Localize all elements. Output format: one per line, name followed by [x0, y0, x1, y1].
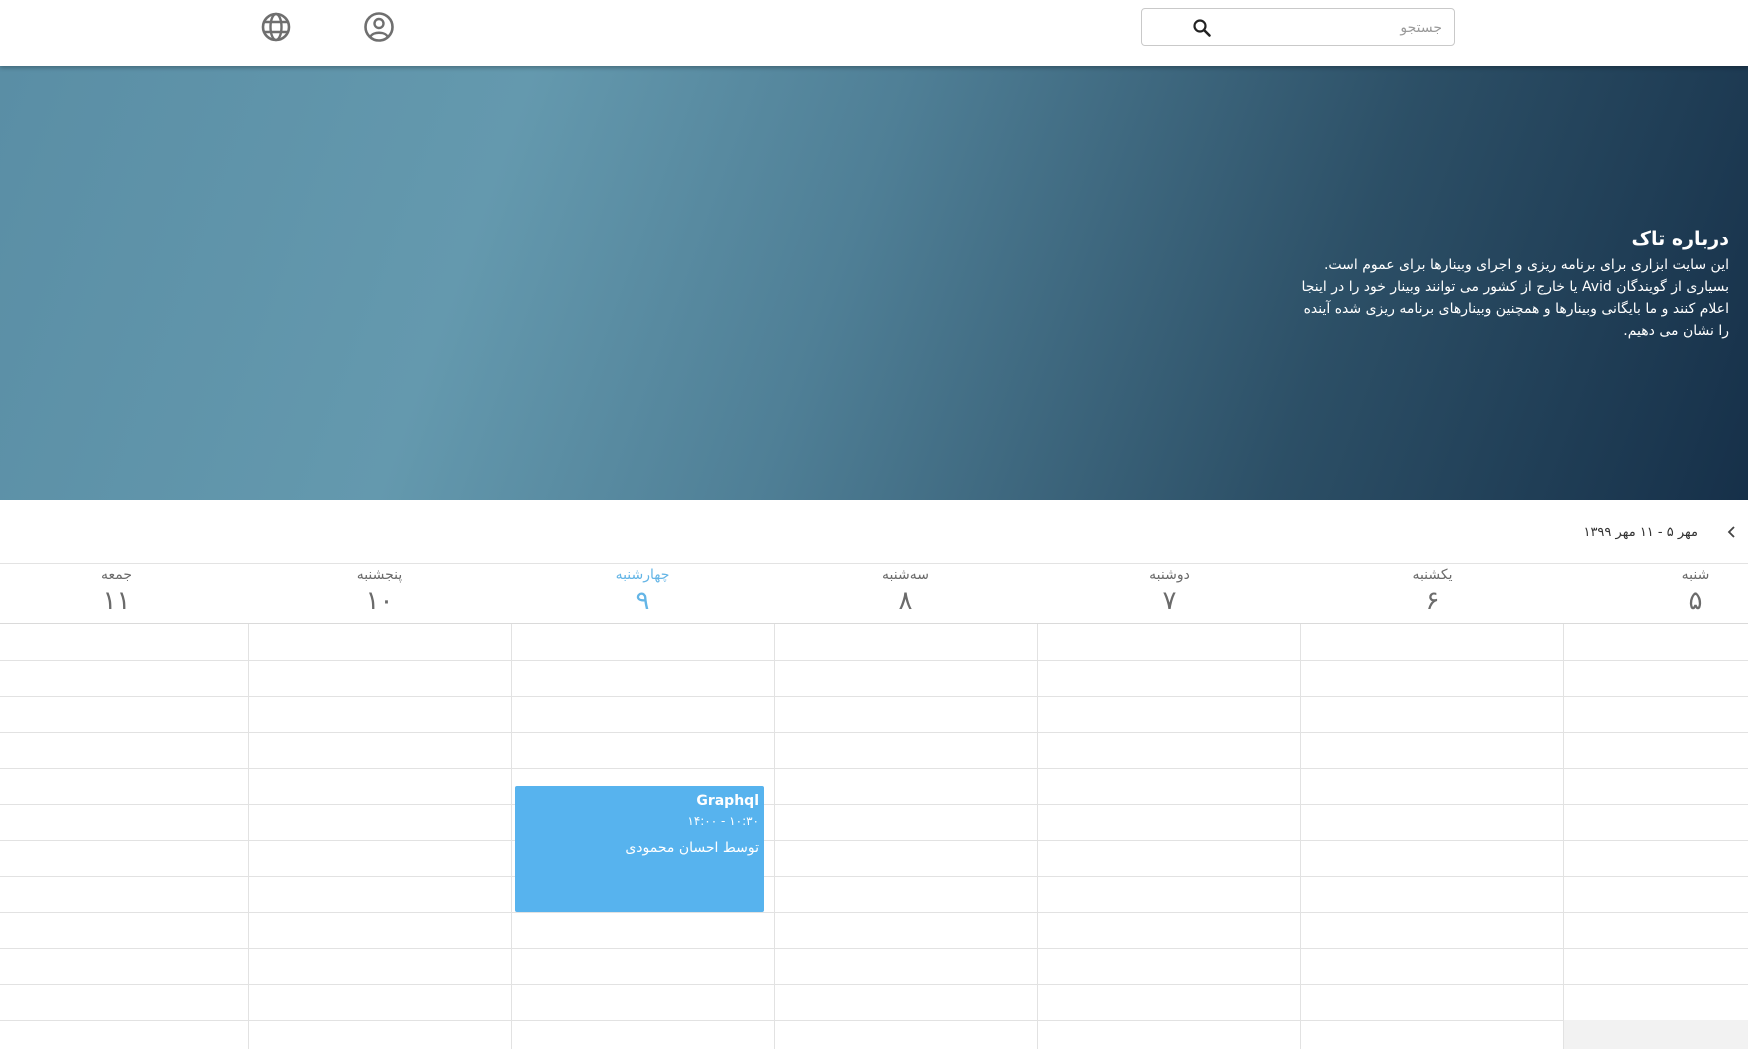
day-name: جمعه [100, 567, 132, 583]
search-icon[interactable] [1192, 18, 1212, 38]
day-name: چهارشنبه [615, 567, 670, 583]
week-range-label: مهر ۵ - ۱۱ مهر ۱۳۹۹ [1583, 524, 1698, 540]
globe-icon [261, 12, 291, 42]
day-header-friday[interactable]: جمعه ۱۱ [0, 564, 248, 624]
about-line: بسیاری از گویندگان Avid یا خارج از کشور … [1301, 279, 1729, 295]
day-name: دوشنبه [1149, 567, 1190, 583]
day-header-wednesday[interactable]: چهارشنبه ۹ [511, 564, 774, 624]
event-time: ۱۰:۳۰ - ۱۴:۰۰ [687, 814, 759, 828]
grid-line [0, 912, 1748, 913]
day-header-sunday[interactable]: یکشنبه ۶ [1301, 564, 1564, 624]
account-button[interactable] [362, 10, 396, 44]
grid-line [0, 1020, 1748, 1021]
day-number: ۹ [635, 586, 650, 616]
about-line: را نشان می دهیم. [1623, 323, 1729, 339]
grid-line [0, 696, 1748, 697]
grid-cell [1564, 1020, 1748, 1049]
day-name: شنبه [1681, 567, 1710, 583]
top-bar [0, 0, 1748, 66]
grid-line [0, 660, 1748, 661]
day-name: سه‌شنبه [882, 567, 929, 583]
chevron-left-icon [1727, 526, 1735, 538]
day-header-tuesday[interactable]: سه‌شنبه ۸ [774, 564, 1037, 624]
search-input[interactable] [1222, 15, 1442, 41]
day-name: یکشنبه [1412, 567, 1453, 583]
about-title: درباره تاک [1631, 228, 1729, 250]
grid-line [0, 840, 1748, 841]
grid-line [0, 804, 1748, 805]
grid-column-line [1037, 624, 1038, 1049]
prev-week-button[interactable] [1716, 516, 1748, 548]
about-line: اعلام کنند و ما بایگانی وبینارها و همچنی… [1303, 301, 1729, 317]
grid-column-line [511, 624, 512, 1049]
search-box[interactable] [1141, 8, 1455, 46]
day-number: ۷ [1162, 586, 1177, 616]
grid-column-line [248, 624, 249, 1049]
day-number: ۵ [1688, 586, 1703, 616]
calendar-toolbar: مهر ۵ - ۱۱ مهر ۱۳۹۹ [1583, 516, 1748, 548]
language-button[interactable] [259, 10, 293, 44]
event-card[interactable]: Graphql ۱۰:۳۰ - ۱۴:۰۰ توسط احسان محمودی [515, 786, 764, 912]
user-circle-icon [364, 12, 394, 42]
grid-line [0, 948, 1748, 949]
grid-line [0, 768, 1748, 769]
grid-column-line [1300, 624, 1301, 1049]
about-line: این سایت ابزاری برای برنامه ریزی و اجرای… [1323, 257, 1729, 273]
day-name: پنجشنبه [356, 567, 403, 583]
day-header-saturday[interactable]: شنبه ۵ [1564, 564, 1748, 624]
grid-column-line [1563, 624, 1564, 1049]
about-section: درباره تاک این سایت ابزاری برای برنامه ر… [1209, 226, 1729, 342]
day-header-monday[interactable]: دوشنبه ۷ [1038, 564, 1301, 624]
grid-line [0, 876, 1748, 877]
day-number: ۸ [898, 586, 913, 616]
event-speaker: توسط احسان محمودی [625, 840, 759, 856]
day-number: ۱۱ [102, 586, 131, 616]
day-header-thursday[interactable]: پنجشنبه ۱۰ [248, 564, 511, 624]
day-number: ۶ [1425, 586, 1440, 616]
grid-line [0, 732, 1748, 733]
event-title: Graphql [696, 793, 759, 809]
grid-line [0, 984, 1748, 985]
hero-banner: درباره تاک این سایت ابزاری برای برنامه ر… [0, 66, 1748, 500]
day-number: ۱۰ [365, 586, 394, 616]
grid-column-line [774, 624, 775, 1049]
week-grid[interactable] [0, 624, 1748, 1049]
